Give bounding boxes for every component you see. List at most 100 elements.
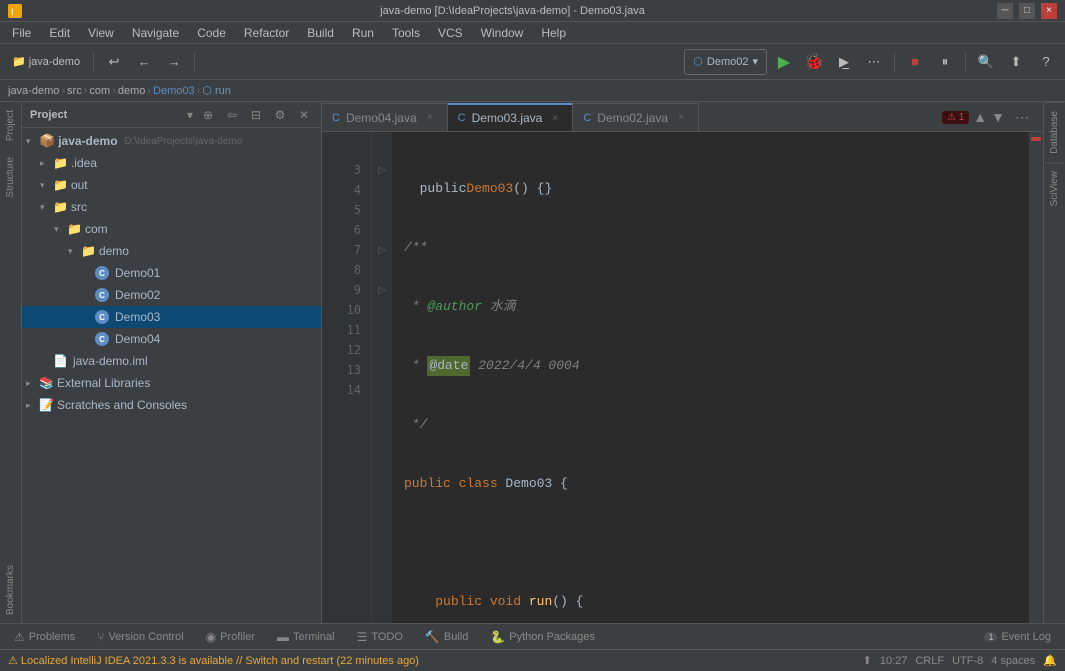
tree-item-src[interactable]: ▾ 📁 src [22,196,321,218]
breadcrumb-Demo03[interactable]: Demo03 [153,85,195,97]
breadcrumb-java-demo[interactable]: java-demo [8,85,59,97]
forward-button[interactable]: → [161,49,187,75]
fold-line7[interactable]: ▷ [372,240,392,260]
status-position[interactable]: 10:27 [880,655,908,667]
todo-icon: ☰ [357,630,368,644]
vcs-icon: ⑂ [97,630,104,644]
code-editor[interactable]: 3 4 5 6 7 8 9 10 11 12 13 14 [322,132,1029,623]
code-line-4: * @author 水滴 [404,297,1029,317]
fold-line9[interactable]: ▷ [372,280,392,300]
more-run-button[interactable]: ⋯ [861,49,887,75]
tab-up-button[interactable]: ▲ [973,109,987,125]
status-notifications[interactable]: 🔔 [1043,654,1057,667]
menu-help[interactable]: Help [533,24,574,42]
project-add-button[interactable]: ⊕ [199,106,217,124]
tree-item-Demo01[interactable]: ▸ C Demo01 [22,262,321,284]
tree-item-scratches[interactable]: ▸ 📝 Scratches and Consoles [22,394,321,416]
run-config-icon: ⬡ [693,55,703,68]
fold-line3[interactable]: ▷ [372,160,392,180]
toolbar-project-button[interactable]: 📁 java-demo [6,49,86,75]
right-tab-sciview[interactable]: SciView [1045,162,1064,214]
menu-view[interactable]: View [80,24,122,42]
menu-vcs[interactable]: VCS [430,24,471,42]
minimize-button[interactable]: ─ [997,3,1013,19]
tab-down-button[interactable]: ▼ [991,109,1005,125]
tab-Demo02[interactable]: C Demo02.java × [573,103,699,131]
tree-item-demo[interactable]: ▾ 📁 demo [22,240,321,262]
run-config-selector[interactable]: ⬡ Demo02 ▾ [684,49,767,75]
line-numbers: 3 4 5 6 7 8 9 10 11 12 13 14 [322,132,372,623]
status-encoding[interactable]: UTF-8 [952,655,983,667]
bottom-tab-python[interactable]: 🐍 Python Packages [480,626,605,648]
bottom-tab-profiler[interactable]: ◉ Profiler [196,626,265,648]
tree-item-out[interactable]: ▾ 📁 out [22,174,321,196]
status-line-sep[interactable]: CRLF [915,655,944,667]
pause-button[interactable]: ⏸ [932,49,958,75]
code-line-blank-top: public Demo03() {} [404,179,1029,199]
back-button[interactable]: ← [131,49,157,75]
code-content[interactable]: public Demo03() {} /** * @author 水滴 * @d… [392,132,1029,623]
tree-item-javademo[interactable]: ▾ 📦 java-demo D:\IdeaProjects\java-demo [22,130,321,152]
project-hide-button[interactable]: ✕ [295,106,313,124]
menu-window[interactable]: Window [473,24,532,42]
breadcrumb-src[interactable]: src [67,85,82,97]
tab-demo04-close[interactable]: × [423,111,437,125]
problems-icon: ⚠ [14,630,25,644]
bottom-tab-vcs[interactable]: ⑂ Version Control [87,626,193,648]
tree-item-idea[interactable]: ▸ 📁 .idea [22,152,321,174]
tab-Demo04[interactable]: C Demo04.java × [322,103,448,131]
help-button[interactable]: ? [1033,49,1059,75]
tree-item-ext-libs[interactable]: ▸ 📚 External Libraries [22,372,321,394]
search-everywhere-button[interactable]: 🔍 [973,49,999,75]
menu-edit[interactable]: Edit [41,24,78,42]
stop-button[interactable]: ■ [902,49,928,75]
tab-demo02-close[interactable]: × [674,111,688,125]
breadcrumb-demo[interactable]: demo [118,85,146,97]
coverage-button[interactable]: ▶̲ [831,49,857,75]
status-git-icon[interactable]: ⬆ [863,654,872,667]
tree-item-com[interactable]: ▾ 📁 com [22,218,321,240]
app-window: I java-demo [D:\IdeaProjects\java-demo] … [0,0,1065,671]
update-button[interactable]: ⬆ [1003,49,1029,75]
left-tab-structure[interactable]: Structure [0,149,21,206]
status-indent[interactable]: 4 spaces [991,655,1035,667]
bottom-tab-todo[interactable]: ☰ TODO [347,626,413,648]
close-button[interactable]: × [1041,3,1057,19]
left-tab-project[interactable]: Project [0,102,21,149]
menu-file[interactable]: File [4,24,39,42]
tab-demo02-icon: C [583,112,591,124]
maximize-button[interactable]: □ [1019,3,1035,19]
tree-item-Demo03[interactable]: ▸ C Demo03 [22,306,321,328]
menu-refactor[interactable]: Refactor [236,24,297,42]
project-panel-header: Project ▾ ⊕ ⇦ ⊟ ⚙ ✕ [22,102,321,128]
menu-tools[interactable]: Tools [384,24,428,42]
menu-code[interactable]: Code [189,24,234,42]
menu-run[interactable]: Run [344,24,382,42]
project-icon: 📁 [12,55,26,68]
tree-item-iml[interactable]: ▸ 📄 java-demo.iml [22,350,321,372]
bottom-tab-build[interactable]: 🔨 Build [415,626,478,648]
iml-icon: 📄 [53,354,68,368]
project-collapse-button[interactable]: ⊟ [247,106,265,124]
tree-item-Demo02[interactable]: ▸ C Demo02 [22,284,321,306]
menu-build[interactable]: Build [299,24,342,42]
bottom-tab-eventlog[interactable]: 1 Event Log [974,626,1061,648]
tab-demo03-close[interactable]: × [548,111,562,125]
sync-button[interactable]: ↩ [101,49,127,75]
bottom-tab-terminal[interactable]: ▬ Terminal [267,626,345,648]
run-button[interactable]: ▶ [771,49,797,75]
tab-Demo03[interactable]: C Demo03.java × [448,103,574,131]
status-warning[interactable]: ⚠ Localized IntelliJ IDEA 2021.3.3 is av… [8,654,419,667]
breadcrumb-com[interactable]: com [89,85,110,97]
tab-menu-button[interactable]: ⋯ [1009,103,1035,131]
left-tab-bookmarks[interactable]: Bookmarks [0,557,21,623]
event-log-badge: 1 [984,632,997,642]
breadcrumb-run-method[interactable]: ⬡ run [202,84,231,97]
project-scroll-button[interactable]: ⇦ [223,106,241,124]
bottom-tab-problems[interactable]: ⚠ Problems [4,626,85,648]
right-tab-database[interactable]: Database [1045,102,1064,162]
tree-item-Demo04[interactable]: ▸ C Demo04 [22,328,321,350]
menu-navigate[interactable]: Navigate [124,24,187,42]
debug-button[interactable]: 🐞 [801,49,827,75]
project-settings-button[interactable]: ⚙ [271,106,289,124]
